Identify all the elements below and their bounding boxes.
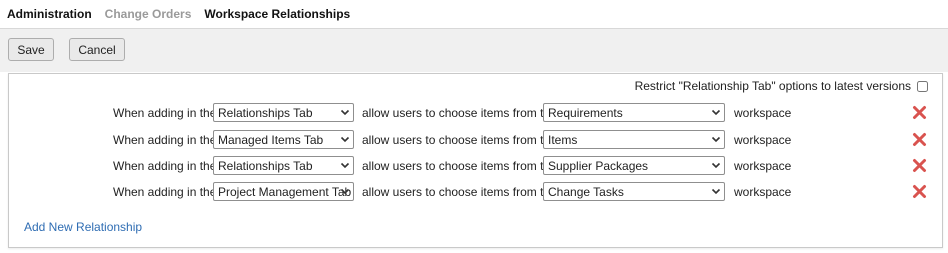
workspace-label: workspace [734,106,792,120]
tab-select[interactable]: Relationships Tab [213,156,354,175]
delete-x-icon[interactable] [912,158,927,173]
delete-x-icon[interactable] [912,184,927,199]
workspace-select-value: Requirements [548,105,623,120]
delete-x-icon[interactable] [912,132,927,147]
allow-users-label: allow users to choose items from the [362,185,557,199]
restrict-label: Restrict "Relationship Tab" options to l… [634,79,911,93]
breadcrumb-administration[interactable]: Administration [7,7,92,21]
workspace-select-value: Supplier Packages [548,158,649,173]
breadcrumb-change-orders[interactable]: Change Orders [105,7,192,21]
cancel-button[interactable]: Cancel [69,38,125,61]
breadcrumb: Administration Change Orders Workspace R… [0,0,948,29]
chevron-down-icon [711,162,721,169]
when-adding-label: When adding in the [113,185,217,199]
relationship-row: When adding in the Project Management Tab… [9,182,944,202]
tab-select-value: Project Management Tab [218,184,352,199]
allow-users-label: allow users to choose items from the [362,159,557,173]
relationship-row: When adding in the Relationships Tab allow… [9,156,944,176]
toolbar: Save Cancel [0,29,948,72]
tab-select-value: Relationships Tab [218,105,313,120]
restrict-checkbox[interactable] [917,80,928,92]
workspace-select[interactable]: Items [543,130,725,149]
when-adding-label: When adding in the [113,106,217,120]
tab-select[interactable]: Managed Items Tab [213,130,354,149]
workspace-select-value: Items [548,132,578,147]
chevron-down-icon [711,109,721,116]
workspace-select[interactable]: Supplier Packages [543,156,725,175]
allow-users-label: allow users to choose items from the [362,133,557,147]
workspace-select-value: Change Tasks [548,184,624,199]
restrict-option: Restrict "Relationship Tab" options to l… [635,79,928,93]
workspace-label: workspace [734,159,792,173]
tab-select-value: Relationships Tab [218,158,313,173]
workspace-select[interactable]: Change Tasks [543,182,725,201]
add-new-relationship-link[interactable]: Add New Relationship [24,220,142,234]
workspace-label: workspace [734,185,792,199]
tab-select[interactable]: Project Management Tab [213,182,354,201]
relationship-row: When adding in the Relationships Tab allow… [9,103,944,123]
tab-select-value: Managed Items Tab [218,132,324,147]
chevron-down-icon [711,188,721,195]
delete-x-icon[interactable] [912,105,927,120]
breadcrumb-workspace-relationships: Workspace Relationships [204,7,351,21]
chevron-down-icon [340,109,350,116]
workspace-select[interactable]: Requirements [543,103,725,122]
chevron-down-icon [340,188,350,195]
relationships-panel: Restrict "Relationship Tab" options to l… [8,73,943,248]
chevron-down-icon [711,136,721,143]
tab-select[interactable]: Relationships Tab [213,103,354,122]
workspace-label: workspace [734,133,792,147]
allow-users-label: allow users to choose items from the [362,106,557,120]
when-adding-label: When adding in the [113,133,217,147]
chevron-down-icon [340,136,350,143]
when-adding-label: When adding in the [113,159,217,173]
relationship-row: When adding in the Managed Items Tab allow… [9,130,944,150]
save-button[interactable]: Save [8,38,54,61]
chevron-down-icon [340,162,350,169]
